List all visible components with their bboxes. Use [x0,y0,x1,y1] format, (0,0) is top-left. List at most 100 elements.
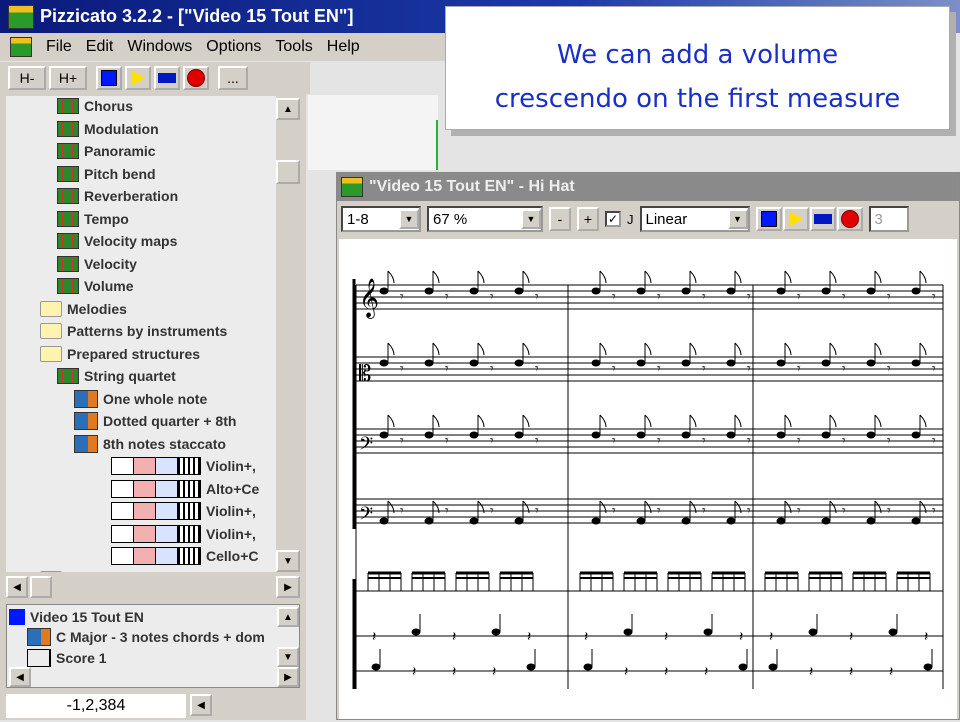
note-head [514,431,524,439]
note-flag [689,414,697,428]
menu-file[interactable]: File [46,38,72,56]
menu-help[interactable]: Help [327,38,360,56]
tree-item[interactable]: Velocity maps [57,231,177,251]
note-flag [644,270,652,284]
play-icon [788,211,803,227]
note-head [379,359,389,367]
grid-icon [57,278,79,294]
tree-item-label: Cello+C [206,548,259,564]
note-head [469,431,479,439]
eighth-rest: 𝄾 [797,360,801,376]
note-head [514,287,524,295]
pause-icon [813,214,832,224]
play-button[interactable] [125,66,151,90]
status-scroll-left[interactable]: ◀ [190,694,212,716]
tree-item[interactable]: Melodies [40,299,127,319]
tutorial-callout: We can add a volume crescendo on the fir… [445,6,950,130]
stop-icon [760,211,777,227]
tree-item[interactable]: Reverberation [57,186,178,206]
tree-item-style[interactable]: C Major - 3 notes chords + dom [27,627,265,647]
note-flag [919,270,927,284]
score-stop-button[interactable] [755,207,782,231]
interpolation-select[interactable]: Linear ▼ [639,206,750,232]
tree-item[interactable]: Modulation [57,119,159,139]
lower-scroll-right[interactable]: ▶ [277,667,299,687]
eighth-rest: 𝄾 [932,432,936,448]
note-head [681,431,691,439]
tree-item[interactable]: Violin+, [111,501,256,521]
tree-item[interactable]: Patterns by instruments [40,321,227,341]
note-head [469,287,479,295]
h-minus-button[interactable]: H- [8,66,46,90]
scroll-up-button[interactable]: ▲ [276,98,300,120]
note-head [379,517,389,525]
menu-edit[interactable]: Edit [86,38,114,56]
note-flag [784,270,792,284]
tree-item[interactable]: Alto+Ce [111,479,259,499]
note-head [424,431,434,439]
j-checkbox[interactable]: ✓ [605,211,621,227]
note-head [424,287,434,295]
measures-select[interactable]: 1-8 ▼ [341,206,421,232]
score-area[interactable]: 𝄞 𝄾 𝄾 𝄾 𝄾 𝄾 𝄾 𝄾 𝄾 𝄾 𝄾 𝄾 𝄾 𝄡 𝄾 𝄾 𝄾 𝄾 𝄾 𝄾 𝄾 𝄾 𝄾 𝄾 𝄾 𝄾 𝄢 𝄾 𝄾 𝄾 𝄾 𝄾 𝄾 𝄾 𝄾 𝄾 𝄾 𝄾 𝄾 𝄢… [339,239,957,719]
tree-item[interactable]: One whole note [74,389,207,409]
lower-scroll-up[interactable]: ▲ [277,607,299,627]
menu-windows[interactable]: Windows [127,38,192,56]
scroll-down-button[interactable]: ▼ [276,550,300,572]
doc-icon[interactable] [10,37,32,57]
lower-scroll-down[interactable]: ▼ [277,647,299,667]
tree-item[interactable]: Chorus [57,96,133,116]
tree-item[interactable]: Pitch bend [57,164,156,184]
tree-item[interactable]: Dotted quarter + 8th [74,411,236,431]
tree-item[interactable]: Prepared styles [40,569,171,572]
note-flag [432,414,440,428]
zoom-in-button[interactable]: + [577,207,599,231]
stop-button[interactable] [96,66,122,90]
value-field[interactable]: 3 [868,206,909,232]
score-pause-button[interactable] [809,207,836,231]
scroll-left-button[interactable]: ◀ [6,576,28,598]
note-head [411,628,421,636]
note-head [768,663,778,671]
note-head [911,517,921,525]
tree-item[interactable]: Violin+, [111,524,256,544]
more-button[interactable]: ... [218,66,248,90]
tree-item-score[interactable]: Score 1 [27,648,107,668]
note-head [776,517,786,525]
hscroll-thumb[interactable] [30,576,52,598]
eighth-rest: 𝄾 [887,432,891,448]
score-play-button[interactable] [782,207,809,231]
tree-item-label: Volume [84,278,134,294]
quarter-rest: 𝄽 [372,628,376,644]
note-flag [784,342,792,356]
tree-item[interactable]: Velocity [57,254,137,274]
tree-item[interactable]: 8th notes staccato [74,434,226,454]
pause-button[interactable] [154,66,180,90]
scroll-right-button[interactable]: ▶ [276,576,300,598]
h-plus-button[interactable]: H+ [49,66,87,90]
tree-item[interactable]: Tempo [57,209,129,229]
tree-item[interactable]: Cello+C [111,546,259,566]
menu-tools[interactable]: Tools [275,38,312,56]
lower-scroll-left[interactable]: ◀ [9,667,31,687]
document-tree: Video 15 Tout EN C Major - 3 notes chord… [6,604,300,688]
tree-item[interactable]: Volume [57,276,134,296]
callout-line-1: We can add a volume [556,40,839,70]
quarter-rest: 𝄽 [849,663,853,679]
chevron-down-icon: ▼ [521,209,541,229]
tree-item[interactable]: Panoramic [57,141,156,161]
tree-item[interactable]: Prepared structures [40,344,200,364]
zoom-select[interactable]: 67 % ▼ [427,206,543,232]
grid-icon [57,233,79,249]
record-button[interactable] [183,66,209,90]
score-record-button[interactable] [836,207,863,231]
zoom-out-button[interactable]: - [549,207,571,231]
menu-options[interactable]: Options [206,38,261,56]
tree-item-document[interactable]: Video 15 Tout EN [9,607,144,627]
tree-item-label: Prepared structures [67,345,201,362]
eighth-rest: 𝄾 [842,360,846,376]
scroll-thumb[interactable] [276,160,300,184]
eighth-rest: 𝄾 [535,360,539,376]
tree-item[interactable]: String quartet [57,366,176,386]
tree-item[interactable]: Violin+, [111,456,256,476]
